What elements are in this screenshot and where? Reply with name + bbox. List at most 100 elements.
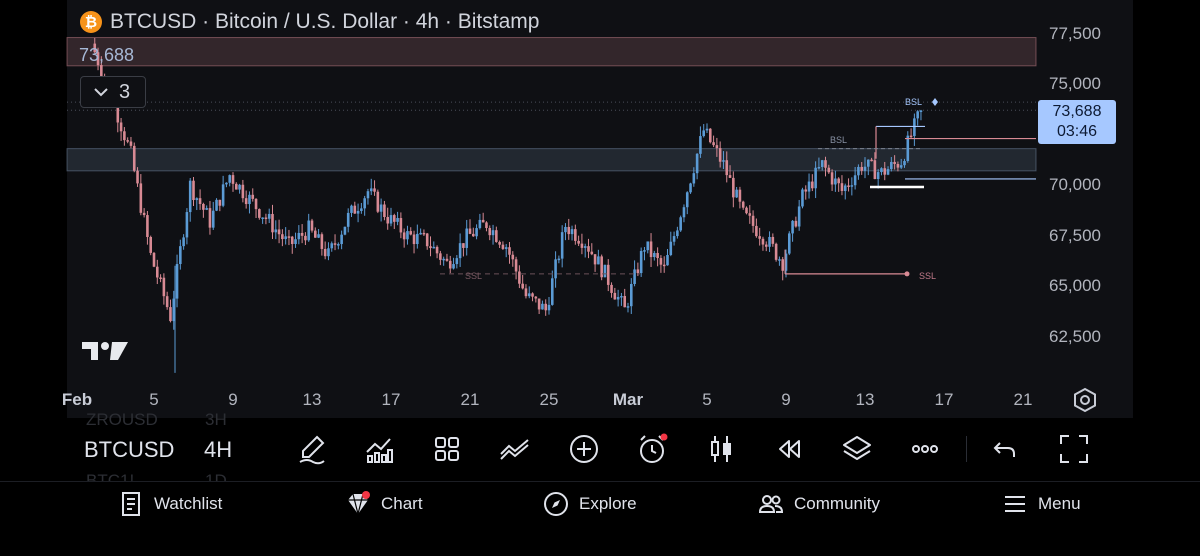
nav-menu[interactable]: Menu bbox=[1002, 488, 1081, 520]
community-icon bbox=[758, 495, 784, 513]
candle-body bbox=[126, 140, 129, 142]
candle-body bbox=[363, 198, 366, 209]
candle-body bbox=[313, 230, 317, 238]
candle-body bbox=[876, 172, 880, 179]
layers-button[interactable] bbox=[838, 430, 876, 468]
toolbar-divider bbox=[966, 436, 967, 462]
candle-body bbox=[271, 213, 274, 233]
replay-button[interactable] bbox=[770, 430, 808, 468]
compare-button[interactable] bbox=[496, 430, 534, 468]
candle-body bbox=[455, 258, 459, 265]
add-button[interactable] bbox=[565, 430, 603, 468]
candle-body bbox=[817, 166, 821, 169]
bsl-label-top: BSL bbox=[905, 97, 923, 107]
interval-button[interactable]: 4H bbox=[204, 437, 232, 463]
candle-body bbox=[297, 232, 301, 240]
more-button[interactable] bbox=[906, 430, 944, 468]
candle-body bbox=[392, 215, 396, 222]
candle-body bbox=[445, 258, 449, 261]
candle-body bbox=[495, 230, 498, 242]
candle-body bbox=[274, 229, 278, 233]
candle-body bbox=[755, 225, 758, 237]
candle-body bbox=[583, 246, 587, 248]
time-tick: 21 bbox=[1013, 390, 1033, 409]
candle-body bbox=[179, 246, 182, 265]
time-tick: 21 bbox=[460, 390, 480, 409]
time-tick: 9 bbox=[781, 390, 791, 409]
candle-body bbox=[745, 207, 748, 214]
candle-body bbox=[317, 234, 320, 238]
candle-body bbox=[797, 206, 801, 227]
candle-body bbox=[794, 220, 798, 227]
symbol-header[interactable]: ₿ BTCUSD · Bitcoin / U.S. Dollar · 4h · … bbox=[80, 10, 539, 34]
candle-body bbox=[761, 238, 765, 245]
candle-body bbox=[853, 175, 857, 186]
candle-body bbox=[369, 188, 373, 192]
candle-body bbox=[416, 233, 419, 245]
chart-canvas[interactable] bbox=[0, 0, 1200, 420]
fullscreen-button[interactable] bbox=[1055, 430, 1093, 468]
chevron-down-icon bbox=[94, 88, 108, 97]
candle-type-icon bbox=[711, 436, 731, 462]
candle-body bbox=[481, 219, 485, 223]
indicators-toggle-button[interactable]: 3 bbox=[80, 76, 146, 108]
candle-body bbox=[827, 167, 831, 173]
ssl-dot-marker bbox=[904, 271, 910, 277]
candle-body bbox=[251, 194, 255, 199]
candle-body bbox=[471, 233, 475, 237]
bsl-diamond-marker bbox=[932, 98, 938, 106]
nav-watchlist[interactable]: Watchlist bbox=[118, 488, 222, 520]
candle-body bbox=[692, 173, 696, 184]
candle-body bbox=[422, 232, 426, 235]
candle-body bbox=[524, 288, 528, 297]
draw-pen-icon bbox=[299, 435, 325, 465]
candle-body bbox=[241, 184, 245, 199]
candle-body bbox=[202, 203, 205, 210]
nav-community[interactable]: Community bbox=[758, 488, 880, 520]
fullscreen-icon bbox=[1060, 435, 1088, 463]
candle-body bbox=[353, 205, 357, 214]
candle-body bbox=[883, 168, 887, 175]
undo-button[interactable] bbox=[986, 430, 1024, 468]
candle-body bbox=[139, 183, 143, 213]
candle-body bbox=[824, 160, 827, 168]
candle-body bbox=[155, 266, 159, 278]
indicators-button[interactable] bbox=[360, 430, 398, 468]
candle-body bbox=[152, 252, 156, 267]
candle-body bbox=[896, 164, 900, 168]
time-tick: 5 bbox=[702, 390, 712, 409]
candle-body bbox=[294, 239, 297, 244]
nav-community-label: Community bbox=[794, 494, 880, 513]
nav-explore[interactable]: Explore bbox=[543, 488, 637, 520]
candle-body bbox=[323, 248, 327, 257]
candle-body bbox=[732, 177, 735, 198]
candle-body bbox=[811, 181, 814, 189]
nav-chart[interactable]: Chart bbox=[345, 488, 423, 520]
candle-body bbox=[225, 182, 228, 185]
candle-body bbox=[679, 217, 682, 231]
chart-settings-icon[interactable] bbox=[1072, 387, 1098, 413]
candle-body bbox=[162, 277, 166, 297]
candle-body bbox=[261, 217, 264, 220]
candle-body bbox=[768, 236, 771, 247]
candle-body bbox=[863, 166, 867, 171]
candle-body bbox=[590, 251, 594, 255]
symbol-title[interactable]: BTCUSD · Bitcoin / U.S. Dollar · 4h · Bi… bbox=[110, 10, 539, 34]
symbol-search-button[interactable]: BTCUSD bbox=[84, 437, 174, 463]
bsl-label-mid: BSL bbox=[830, 135, 848, 145]
candle-body bbox=[840, 183, 844, 191]
price-zone bbox=[66, 37, 1037, 67]
candle-body bbox=[284, 236, 287, 240]
layouts-button[interactable] bbox=[428, 430, 466, 468]
candle-body bbox=[514, 259, 518, 272]
current-price-tag: 73,688 03:46 bbox=[1038, 100, 1116, 144]
candle-type-button[interactable] bbox=[702, 430, 740, 468]
indicators-icon bbox=[366, 438, 393, 463]
candle-body bbox=[175, 264, 179, 299]
candle-body bbox=[356, 210, 360, 214]
ghost-symbol-top: ZROUSD bbox=[86, 410, 158, 429]
alert-button[interactable] bbox=[633, 430, 671, 468]
candle-body bbox=[100, 65, 103, 77]
ghost-symbol-bottom: BTC1! bbox=[86, 471, 135, 481]
draw-pen-button[interactable] bbox=[293, 430, 331, 468]
